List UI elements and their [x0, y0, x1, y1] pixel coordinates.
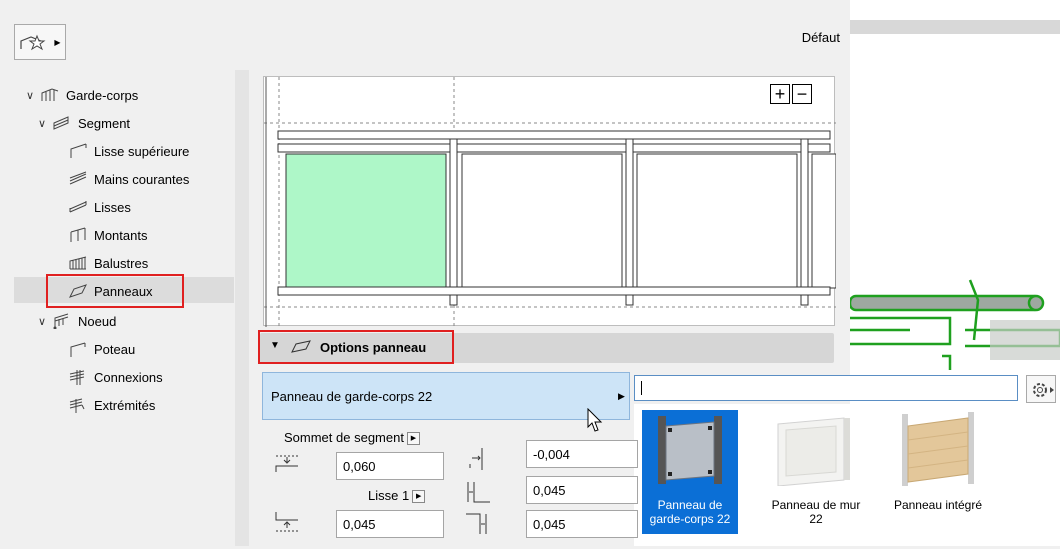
favorites-button[interactable]: ▶: [14, 24, 66, 60]
panel-splitter[interactable]: [235, 70, 249, 546]
tree-item-connexions[interactable]: Connexions: [68, 364, 163, 390]
railing-icon: [41, 88, 59, 101]
gallery-item-integre-label[interactable]: Panneau intégré: [882, 498, 994, 512]
search-input[interactable]: [634, 375, 1018, 401]
tree-item-extremites[interactable]: Extrémités: [68, 392, 155, 418]
zoom-in-button[interactable]: +: [770, 84, 790, 104]
gallery-item-garde-corps-panel-thumb[interactable]: [652, 414, 728, 486]
balusters-icon: [69, 256, 87, 270]
chevron-down-icon[interactable]: ∨: [36, 315, 48, 328]
chevron-down-icon[interactable]: ∨: [24, 89, 36, 102]
default-label: Défaut: [801, 30, 840, 45]
viewport-toolbar-band: [850, 20, 1060, 34]
tree-item-segment[interactable]: ∨ Segment: [36, 110, 130, 136]
sommet-segment-label: Sommet de segment ▶: [284, 430, 420, 446]
top-rail-icon: [70, 143, 87, 158]
submenu-arrow-icon: ▶: [618, 391, 625, 401]
tree-item-poteau[interactable]: Poteau: [68, 336, 135, 362]
sommet-arrow-icon[interactable]: ▶: [406, 432, 420, 446]
lisse-1-label: Lisse 1 ▶: [368, 488, 426, 504]
mouse-cursor-icon: [587, 408, 603, 432]
gallery-item-garde-corps-label[interactable]: Panneau de garde-corps 22: [634, 498, 746, 526]
right-gap-icon: [466, 513, 487, 534]
highlight-options-panneau: [258, 330, 454, 364]
gallery-item-mur-label[interactable]: Panneau de mur 22: [760, 498, 872, 526]
tree-item-lisses[interactable]: Lisses: [68, 194, 131, 220]
panel-type-selector[interactable]: Panneau de garde-corps 22: [262, 372, 630, 420]
top-offset-field[interactable]: 0,060: [336, 452, 444, 480]
panel-inset-field[interactable]: -0,004: [526, 440, 638, 468]
wood-panel-thumbnail: [902, 412, 974, 486]
tree-item-balustres[interactable]: Balustres: [68, 250, 148, 276]
right-gap-field[interactable]: 0,045: [526, 510, 638, 538]
bottom-offset-field[interactable]: 0,045: [336, 510, 444, 538]
tree-item-noeud[interactable]: ∨ Noeud: [36, 308, 116, 334]
railing-elevation-drawing: [264, 77, 837, 327]
rails-icon: [69, 201, 87, 213]
gallery-item-mur-thumb[interactable]: [772, 414, 858, 487]
lisse-arrow-icon[interactable]: ▶: [412, 490, 426, 504]
handrail-icon: [69, 171, 87, 185]
zoom-out-button[interactable]: −: [792, 84, 812, 104]
railing-preview[interactable]: [263, 76, 837, 327]
favorites-star-icon: [20, 34, 46, 51]
post-icon: [70, 342, 86, 357]
segment-icon: [53, 116, 69, 130]
highlight-panneaux: [46, 274, 184, 308]
chevron-down-icon[interactable]: ∨: [36, 117, 48, 130]
gallery-item-integre-thumb[interactable]: [898, 412, 980, 488]
text-caret: [641, 381, 642, 395]
left-gap-icon: [467, 482, 490, 503]
node-icon: [53, 313, 69, 329]
tree-item-mains-courantes[interactable]: Mains courantes: [68, 166, 189, 192]
connections-icon: [69, 370, 85, 385]
glass-panel-thumbnail: [658, 416, 722, 484]
gear-icon: [1033, 383, 1054, 397]
ends-icon: [69, 398, 85, 413]
tree-item-montants[interactable]: Montants: [68, 222, 147, 248]
panel-type-label: Panneau de garde-corps 22: [271, 388, 433, 404]
wall-panel-thumbnail: [777, 417, 850, 487]
favorites-arrow-icon: ▶: [54, 37, 61, 47]
settings-button[interactable]: [1026, 375, 1056, 403]
top-offset-icon: [275, 455, 298, 472]
tree-item-lisse-superieure[interactable]: Lisse supérieure: [68, 138, 189, 164]
bottom-offset-icon: [275, 512, 298, 532]
posts-icon: [70, 227, 86, 242]
left-gap-field[interactable]: 0,045: [526, 476, 638, 504]
tree-item-garde-corps[interactable]: ∨ Garde-corps: [24, 82, 138, 108]
panel-inset-icon: [469, 448, 483, 470]
